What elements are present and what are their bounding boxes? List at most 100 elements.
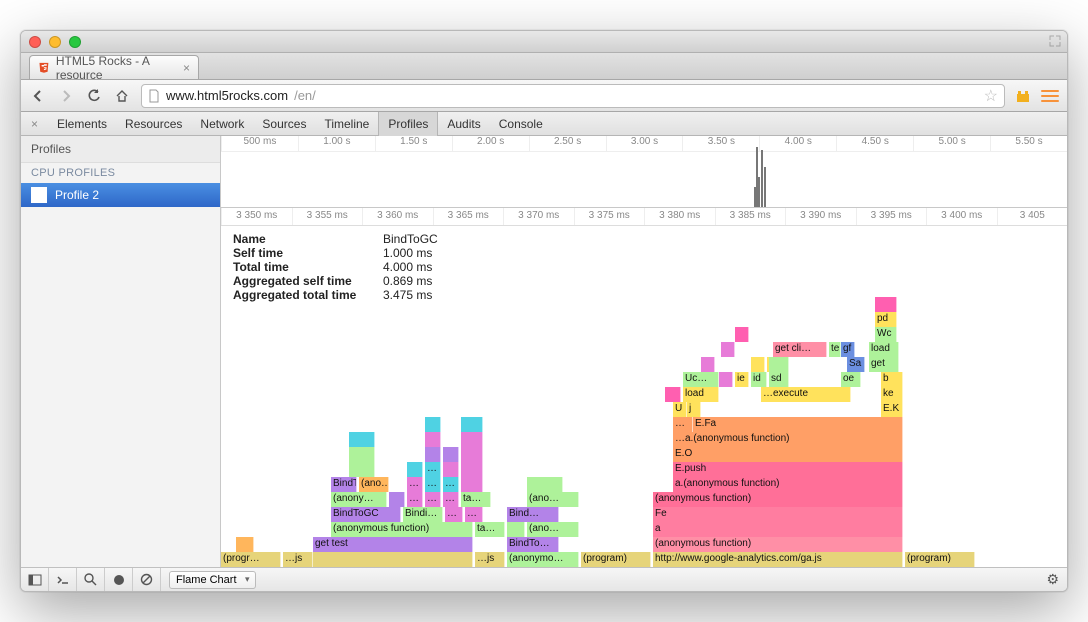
flame-bar[interactable]: … — [425, 477, 441, 492]
flame-bar[interactable]: b — [881, 372, 903, 387]
flame-bar[interactable]: (anonymous function) — [653, 492, 903, 507]
flame-bar[interactable] — [751, 357, 765, 372]
tab-console[interactable]: Console — [490, 112, 552, 136]
flame-bar[interactable] — [461, 417, 483, 432]
tab-resources[interactable]: Resources — [116, 112, 191, 136]
flame-bar[interactable]: gf — [841, 342, 855, 357]
flame-bar[interactable]: … — [407, 492, 423, 507]
flame-bar[interactable]: … — [443, 477, 459, 492]
flame-bar[interactable]: U — [673, 402, 687, 417]
flame-bar[interactable] — [461, 447, 483, 462]
record-button[interactable] — [105, 568, 133, 592]
flame-bar[interactable]: Wc — [875, 327, 897, 342]
devtools-close-icon[interactable]: × — [21, 117, 48, 131]
flame-bar[interactable] — [875, 297, 897, 312]
flame-bar[interactable]: BindTo… — [507, 537, 559, 552]
flame-bar[interactable]: ta… — [475, 522, 505, 537]
flame-bar[interactable]: j — [687, 402, 701, 417]
flame-bar[interactable] — [443, 447, 459, 462]
flame-bar[interactable]: Fe — [653, 507, 903, 522]
sidebar-item-profile-2[interactable]: Profile 2 — [21, 183, 220, 207]
flame-bar[interactable] — [461, 477, 483, 492]
close-tab-icon[interactable]: × — [183, 61, 190, 75]
flame-bar[interactable]: (ano… — [527, 522, 579, 537]
flame-bar[interactable]: a.(anonymous function) — [673, 477, 903, 492]
flame-bar[interactable] — [769, 357, 789, 372]
flame-bar[interactable]: pd — [875, 312, 897, 327]
back-button[interactable] — [29, 89, 47, 103]
flame-bar[interactable] — [701, 357, 715, 372]
address-bar[interactable]: www.html5rocks.com/en/ ☆ — [141, 84, 1005, 108]
flame-bar[interactable]: (program) — [905, 552, 975, 567]
flame-bar[interactable] — [425, 432, 441, 447]
flame-bar[interactable] — [665, 387, 681, 402]
flame-bar[interactable] — [721, 342, 735, 357]
forward-button[interactable] — [57, 89, 75, 103]
flame-bar[interactable] — [389, 492, 405, 507]
flame-bar[interactable]: get — [869, 357, 899, 372]
flame-bar[interactable]: ke — [881, 387, 903, 402]
flame-bar[interactable]: id — [751, 372, 767, 387]
overview-timeline[interactable]: 500 ms1.00 s1.50 s2.00 s2.50 s3.00 s3.50… — [221, 136, 1067, 208]
chrome-menu-button[interactable] — [1041, 90, 1059, 102]
flame-bar[interactable]: te — [829, 342, 841, 357]
lego-extension-icon[interactable] — [1015, 88, 1031, 104]
flame-bar[interactable]: … — [443, 492, 459, 507]
tab-sources[interactable]: Sources — [253, 112, 315, 136]
flame-bar[interactable] — [507, 522, 525, 537]
flame-bar[interactable] — [313, 552, 473, 567]
flame-chart[interactable]: NameBindToGCSelf time1.000 msTotal time4… — [221, 226, 1067, 567]
flame-bar[interactable]: (anonymous function) — [653, 537, 903, 552]
flame-bar[interactable]: ie — [735, 372, 749, 387]
flame-bar[interactable]: (progr… — [221, 552, 281, 567]
flame-bar[interactable]: … — [465, 507, 483, 522]
clear-button[interactable] — [133, 568, 161, 592]
flame-bar[interactable]: … — [425, 492, 441, 507]
flame-bar[interactable]: load — [869, 342, 899, 357]
flame-bar[interactable]: a — [653, 522, 903, 537]
tab-profiles[interactable]: Profiles — [378, 112, 438, 136]
fullscreen-icon[interactable] — [1049, 35, 1061, 47]
zoom-window-button[interactable] — [69, 36, 81, 48]
flame-bar[interactable]: sd — [769, 372, 789, 387]
tab-network[interactable]: Network — [191, 112, 253, 136]
flame-bar[interactable]: …js — [475, 552, 505, 567]
flame-bar[interactable]: ta… — [461, 492, 491, 507]
flame-bar[interactable] — [349, 447, 375, 462]
flame-bar[interactable]: …a.(anonymous function) — [673, 432, 903, 447]
flame-bar[interactable]: E.push — [673, 462, 903, 477]
flame-bar[interactable]: oe — [841, 372, 861, 387]
detail-ruler[interactable]: 3 350 ms3 355 ms3 360 ms3 365 ms3 370 ms… — [221, 208, 1067, 226]
flame-bar[interactable]: … — [673, 417, 693, 432]
flame-bar[interactable]: (anonymo… — [507, 552, 579, 567]
minimize-window-button[interactable] — [49, 36, 61, 48]
flame-bar[interactable]: (anony… — [331, 492, 387, 507]
flame-bar[interactable]: Uc… — [683, 372, 719, 387]
flame-bar[interactable] — [236, 537, 254, 552]
flame-bar[interactable] — [349, 462, 375, 477]
flame-bar[interactable]: …js — [283, 552, 313, 567]
flame-bar[interactable] — [719, 372, 733, 387]
flame-bar[interactable]: get cli… — [773, 342, 827, 357]
flame-bar[interactable] — [349, 432, 375, 447]
home-button[interactable] — [113, 89, 131, 103]
flame-bar[interactable] — [735, 327, 749, 342]
reload-button[interactable] — [85, 89, 103, 103]
tab-elements[interactable]: Elements — [48, 112, 116, 136]
flame-bar[interactable]: load — [683, 387, 719, 402]
flame-bar[interactable]: (anonymous function) — [331, 522, 473, 537]
settings-gear-icon[interactable]: ⚙ — [1046, 571, 1059, 588]
flame-bar[interactable] — [461, 432, 483, 447]
flame-bar[interactable]: …execute — [761, 387, 851, 402]
flame-bar[interactable] — [527, 477, 563, 492]
close-window-button[interactable] — [29, 36, 41, 48]
flame-bar[interactable]: (ano… — [527, 492, 579, 507]
flame-bar[interactable]: E.Fa — [693, 417, 903, 432]
flame-bar[interactable]: Sa — [847, 357, 865, 372]
bookmark-star-icon[interactable]: ☆ — [984, 86, 998, 106]
flame-bar[interactable]: (ano… — [359, 477, 389, 492]
flame-bar[interactable] — [443, 462, 459, 477]
flame-bar[interactable] — [461, 462, 483, 477]
flame-bar[interactable] — [407, 462, 423, 477]
view-mode-select[interactable]: Flame Chart — [169, 571, 256, 589]
